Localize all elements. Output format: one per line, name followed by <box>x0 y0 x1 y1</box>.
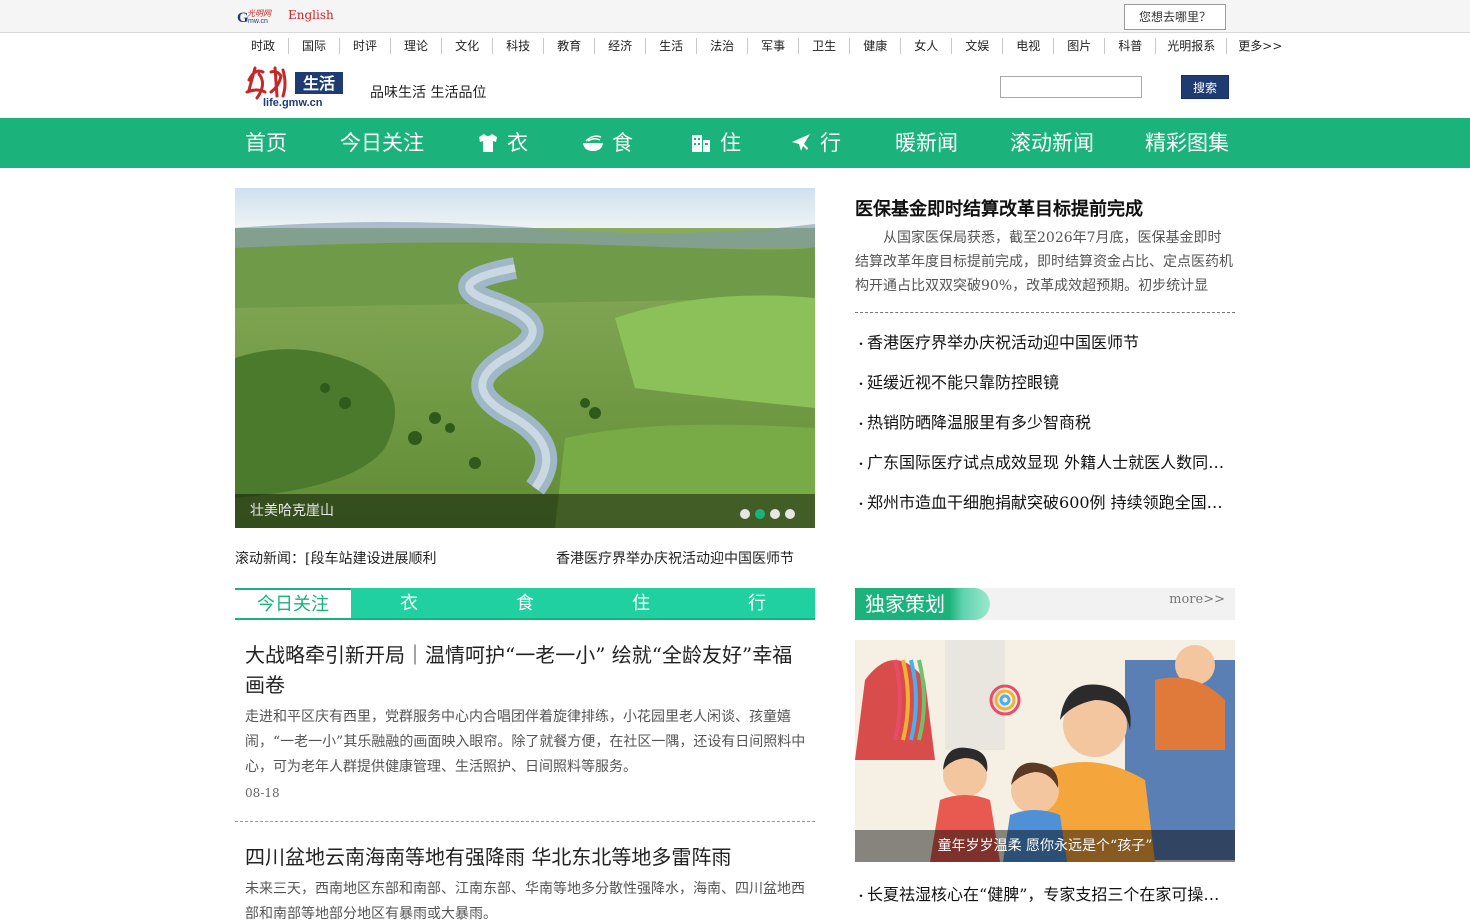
story-text: 未来三天，西南地区东部和南部、江南东部、华南等地多分散性强降水，海南、四川盆地西… <box>245 881 805 922</box>
exclusive-item[interactable]: 长夏祛湿核心在“健脾”，专家支招三个在家可操作… <box>855 881 1235 905</box>
channel-link[interactable]: 光明报系 <box>1156 38 1228 54</box>
brand-text: 生活 <box>303 74 335 93</box>
slide-caption: 壮美哈克崖山 <box>235 494 815 528</box>
channel-nav: 时政 国际 时评 理论 文化 科技 教育 经济 生活 法治 军事 卫生 健康 女人 文娱 电视 图片 科普 光明报系… <box>238 38 1293 54</box>
channel-link[interactable]: 健康 <box>850 38 902 54</box>
channel-link[interactable]: 教育 <box>544 38 596 54</box>
nav-food[interactable]: 食 <box>582 118 633 168</box>
divider <box>235 821 815 822</box>
channel-link[interactable]: 国际 <box>289 38 341 54</box>
nav-galleries[interactable]: 精彩图集 <box>1145 118 1229 168</box>
news-list: 香港医疗界举办庆祝活动迎中国医师节 延缓近视不能只靠防控眼镜 热销防晒降温服里有… <box>855 333 1235 533</box>
tab-travel[interactable]: 行 <box>699 588 815 618</box>
channel-link[interactable]: 更多>> <box>1227 38 1293 54</box>
building-icon <box>692 135 710 152</box>
rolling-news-ticker: 滚动新闻：[段车站建设进展顺利 香港医疗界举办庆祝活动迎中国医师节 <box>235 548 815 568</box>
nav-warm-news[interactable]: 暖新闻 <box>895 118 958 168</box>
channel-link[interactable]: 时政 <box>238 38 290 54</box>
slide-dot-active[interactable] <box>755 509 765 519</box>
channel-link[interactable]: 时评 <box>340 38 392 54</box>
search-input[interactable] <box>1000 76 1142 98</box>
nav-home[interactable]: 首页 <box>245 118 287 168</box>
slogan: 品味生活 生活品位 <box>370 85 487 101</box>
english-link[interactable]: English <box>288 8 334 22</box>
family-illustration <box>855 640 1235 862</box>
nav-label: 滚动新闻 <box>1010 131 1094 155</box>
life-gmw-logo[interactable]: 生活 life.gmw.cn <box>245 62 345 110</box>
nav-label: 衣 <box>507 131 528 155</box>
channel-link[interactable]: 科技 <box>493 38 545 54</box>
svg-text:mw.cn: mw.cn <box>248 18 268 25</box>
brand-url-text: life.gmw.cn <box>263 97 323 109</box>
channel-link[interactable]: 法治 <box>697 38 749 54</box>
channel-link[interactable]: 图片 <box>1054 38 1106 54</box>
category-tabs: 今日关注 衣 食 住 行 <box>235 588 815 620</box>
airplane-icon <box>792 134 810 151</box>
news-item[interactable]: 郑州市造血干细胞捐献突破600例 持续领跑全国省… <box>855 493 1235 533</box>
ticker-item[interactable]: 香港医疗界举办庆祝活动迎中国医师节 <box>556 548 794 568</box>
nav-housing[interactable]: 住 <box>690 118 741 168</box>
news-item[interactable]: 香港医疗界举办庆祝活动迎中国医师节 <box>855 333 1235 373</box>
headline-title[interactable]: 医保基金即时结算改革目标提前完成 <box>855 195 1143 221</box>
nav-rolling-news[interactable]: 滚动新闻 <box>1010 118 1094 168</box>
story-title[interactable]: 四川盆地云南海南等地有强降雨 华北东北等地多雷阵雨 <box>245 842 810 872</box>
news-item[interactable]: 热销防晒降温服里有多少智商税 <box>855 413 1235 453</box>
slide-dot[interactable] <box>785 509 795 519</box>
tab-food[interactable]: 食 <box>467 588 583 618</box>
shirt-icon <box>479 134 497 152</box>
slide-dots <box>740 509 795 519</box>
photo-slideshow[interactable]: 壮美哈克崖山 <box>235 188 815 528</box>
top-bar: G 光明网 mw.cn English 您想去哪里？ <box>0 0 1470 33</box>
tab-housing[interactable]: 住 <box>583 588 699 618</box>
channel-link[interactable]: 军事 <box>748 38 800 54</box>
nav-label: 食 <box>612 131 633 155</box>
nav-label: 行 <box>820 131 841 155</box>
nav-clothing[interactable]: 衣 <box>477 118 528 168</box>
channel-link[interactable]: 女人 <box>901 38 953 54</box>
nav-label: 首页 <box>245 131 287 155</box>
channel-link[interactable]: 电视 <box>1003 38 1055 54</box>
divider <box>855 312 1235 313</box>
channel-link[interactable]: 科普 <box>1105 38 1157 54</box>
slide-dot[interactable] <box>740 509 750 519</box>
slide-dot[interactable] <box>770 509 780 519</box>
channel-link[interactable]: 理论 <box>391 38 443 54</box>
river-landscape-photo <box>235 188 815 528</box>
headline-summary: 从国家医保局获悉，截至2026年7月底，医保基金即时结算改革年度目标提前完成，即… <box>855 230 1233 294</box>
channel-link[interactable]: 文化 <box>442 38 494 54</box>
where-to-go-button[interactable]: 您想去哪里？ <box>1124 4 1226 30</box>
story-item: 四川盆地云南海南等地有强降雨 华北东北等地多雷阵雨 未来三天，西南地区东部和南部… <box>245 842 810 923</box>
exclusive-caption: 童年岁岁温柔 愿你永远是个“孩子” <box>855 830 1235 862</box>
story-text: 走进和平区庆有西里，党群服务中心内合唱团伴着旋律排练，小花园里老人闲谈、孩童嬉闹… <box>245 709 806 775</box>
nav-label: 今日关注 <box>340 131 424 155</box>
tab-today-focus[interactable]: 今日关注 <box>235 588 351 618</box>
main-nav: 首页 今日关注 衣 食 住 行 暖新闻 滚动新闻 精彩图集 <box>0 118 1470 168</box>
nav-travel[interactable]: 行 <box>790 118 841 168</box>
ticker-label: 滚动新闻： <box>235 551 305 567</box>
exclusive-header: 独家策划 more>> <box>855 588 1235 620</box>
channel-link[interactable]: 经济 <box>595 38 647 54</box>
exclusive-title: 独家策划 <box>855 588 990 620</box>
svg-text:光明网: 光明网 <box>247 9 272 18</box>
story-title[interactable]: 大战略牵引新开局｜温情呵护“一老一小” 绘就“全龄友好”幸福画卷 <box>245 640 810 700</box>
more-link[interactable]: more>> <box>1169 592 1225 607</box>
channel-link[interactable]: 文娱 <box>952 38 1004 54</box>
news-item[interactable]: 广东国际医疗试点成效显现 外籍人士就医人数同比… <box>855 453 1235 493</box>
search-button[interactable]: 搜索 <box>1181 75 1229 99</box>
channel-link[interactable]: 卫生 <box>799 38 851 54</box>
story-item: 大战略牵引新开局｜温情呵护“一老一小” 绘就“全龄友好”幸福画卷 走进和平区庆有… <box>245 640 810 800</box>
news-item[interactable]: 延缓近视不能只靠防控眼镜 <box>855 373 1235 413</box>
gmw-logo[interactable]: G 光明网 mw.cn <box>237 7 279 25</box>
ticker-item[interactable]: [段车站建设进展顺利 <box>305 551 436 567</box>
exclusive-feature[interactable]: 童年岁岁温柔 愿你永远是个“孩子” <box>855 640 1235 862</box>
tab-clothing[interactable]: 衣 <box>351 588 467 618</box>
nav-label: 住 <box>720 131 741 155</box>
channel-link[interactable]: 生活 <box>646 38 698 54</box>
food-bowl-icon <box>583 135 603 151</box>
nav-today-focus[interactable]: 今日关注 <box>340 118 424 168</box>
story-date: 08-18 <box>245 786 280 800</box>
nav-label: 暖新闻 <box>895 131 958 155</box>
nav-label: 精彩图集 <box>1145 131 1229 155</box>
